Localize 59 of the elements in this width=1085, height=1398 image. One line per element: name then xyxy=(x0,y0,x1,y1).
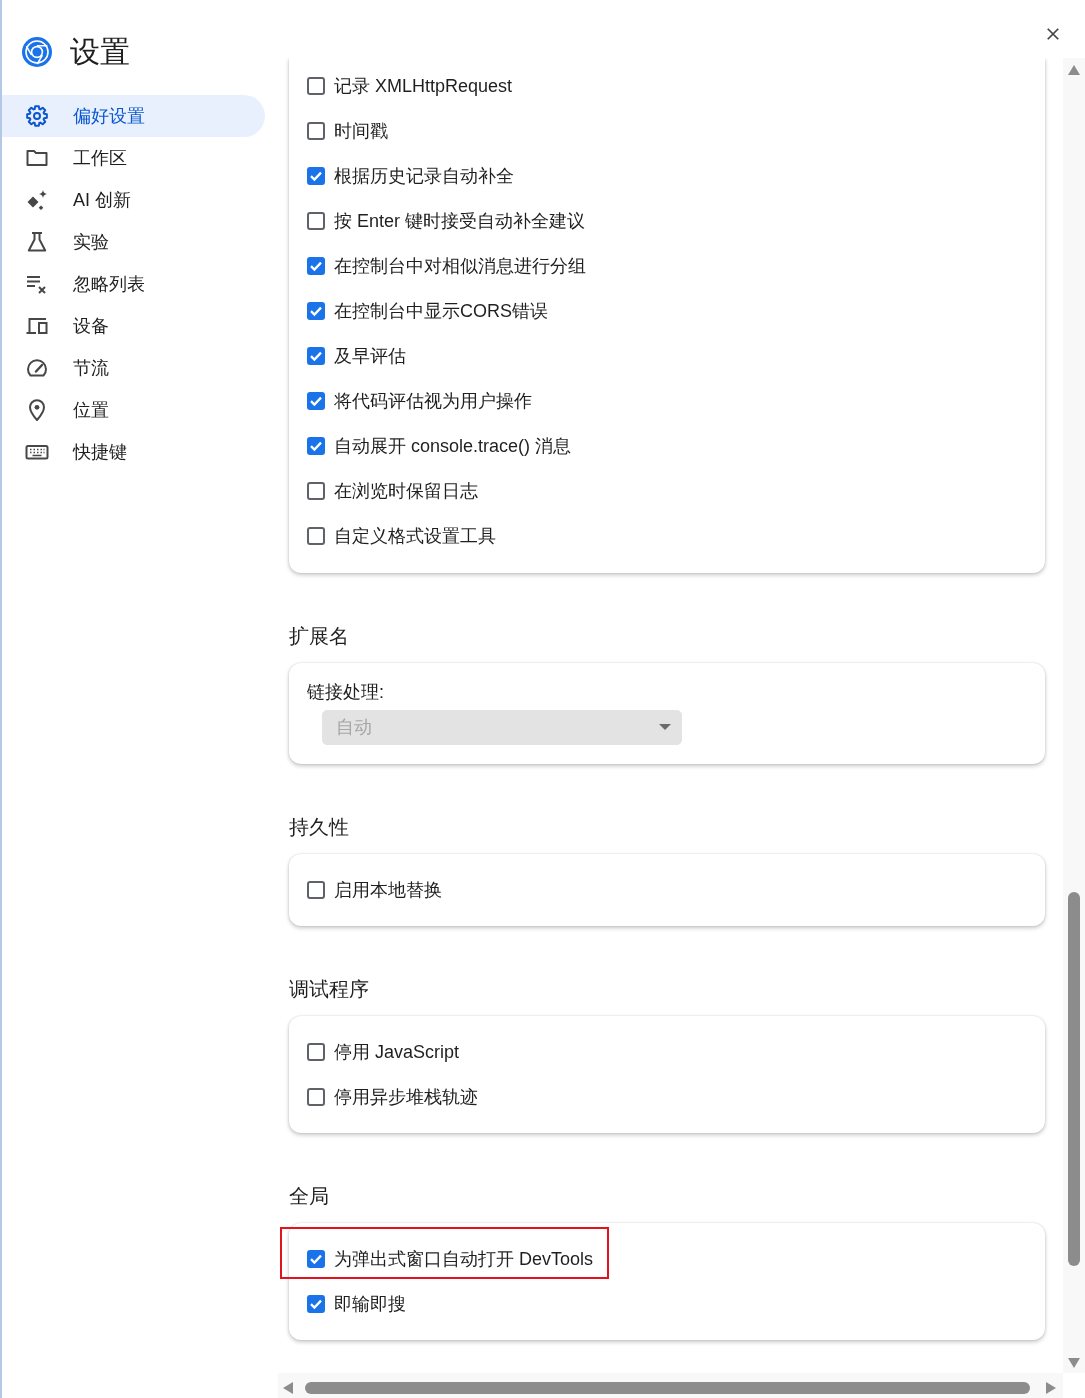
checkbox[interactable] xyxy=(307,880,325,899)
checkbox[interactable] xyxy=(307,257,325,275)
checkbox-label: 在浏览时保留日志 xyxy=(334,480,478,503)
checkbox-label: 为弹出式窗口自动打开 DevTools xyxy=(334,1247,594,1271)
page-title: 设置 xyxy=(70,34,130,70)
nav-item[interactable]: AI 创新 xyxy=(2,179,265,221)
nav-item[interactable]: 工作区 xyxy=(2,137,265,179)
left-triangle-icon[interactable] xyxy=(283,1381,293,1394)
section-heading: 持久性 xyxy=(289,814,350,840)
nav-item[interactable]: 偏好设置 xyxy=(2,95,265,137)
scrollbar-thumb[interactable] xyxy=(1068,892,1080,1266)
field-label: 链接处理: xyxy=(307,680,385,704)
logo-icon xyxy=(22,37,52,67)
checkbox[interactable] xyxy=(307,392,325,410)
checkbox-label: 自动展开 console.trace() 消息 xyxy=(334,435,572,458)
nav-item[interactable]: 实验 xyxy=(2,221,265,263)
checkbox-label: 在控制台中对相似消息进行分组 xyxy=(334,255,586,278)
down-triangle-icon[interactable] xyxy=(1068,1358,1080,1368)
checkbox[interactable] xyxy=(307,482,325,500)
checkbox[interactable] xyxy=(307,527,325,545)
checkbox-label: 时间戳 xyxy=(334,120,388,143)
checkbox[interactable] xyxy=(307,77,325,95)
checkbox-label: 根据历史记录自动补全 xyxy=(334,165,514,188)
gauge-icon xyxy=(25,356,49,380)
checkbox-label: 停用 JavaScript xyxy=(334,1040,460,1064)
section-heading: 调试程序 xyxy=(289,976,370,1002)
section-heading: 全局 xyxy=(289,1183,330,1209)
nav-item[interactable]: 设备 xyxy=(2,305,265,347)
checkbox-label: 及早评估 xyxy=(334,345,406,368)
checkbox-label: 在控制台中显示CORS错误 xyxy=(334,300,548,323)
nav-item[interactable]: 忽略列表 xyxy=(2,263,265,305)
checkbox-label: 记录 XMLHttpRequest xyxy=(334,75,513,98)
checkbox-label: 将代码评估视为用户操作 xyxy=(334,390,532,413)
nav-item[interactable]: 节流 xyxy=(2,347,265,389)
flask-icon xyxy=(25,230,49,254)
checkbox[interactable] xyxy=(307,1087,325,1106)
checkbox-label: 即输即搜 xyxy=(334,1292,406,1316)
up-triangle-icon[interactable] xyxy=(1068,65,1080,75)
caret-icon xyxy=(659,724,671,730)
checkbox[interactable] xyxy=(307,167,325,185)
checkbox[interactable] xyxy=(307,1042,325,1061)
checkbox-label: 自定义格式设置工具 xyxy=(334,525,496,548)
checkbox[interactable] xyxy=(307,347,325,365)
close-icon[interactable] xyxy=(1046,27,1060,41)
scrollbar-thumb[interactable] xyxy=(305,1381,1030,1394)
checkbox-label: 停用异步堆栈轨迹 xyxy=(334,1085,478,1109)
checkbox[interactable] xyxy=(307,1249,325,1268)
nav-item[interactable]: 位置 xyxy=(2,389,265,431)
checkbox[interactable] xyxy=(307,212,325,230)
right-triangle-icon[interactable] xyxy=(1046,1381,1056,1394)
checkbox[interactable] xyxy=(307,437,325,455)
nav-item[interactable]: 快捷键 xyxy=(2,431,265,473)
checkbox[interactable] xyxy=(307,122,325,140)
gear-icon xyxy=(25,104,49,128)
checkbox[interactable] xyxy=(307,302,325,320)
checkbox[interactable] xyxy=(307,1294,325,1313)
checkbox-label: 按 Enter 键时接受自动补全建议 xyxy=(334,210,586,233)
section-heading: 扩展名 xyxy=(289,623,350,649)
checkbox-label: 启用本地替换 xyxy=(334,878,442,902)
